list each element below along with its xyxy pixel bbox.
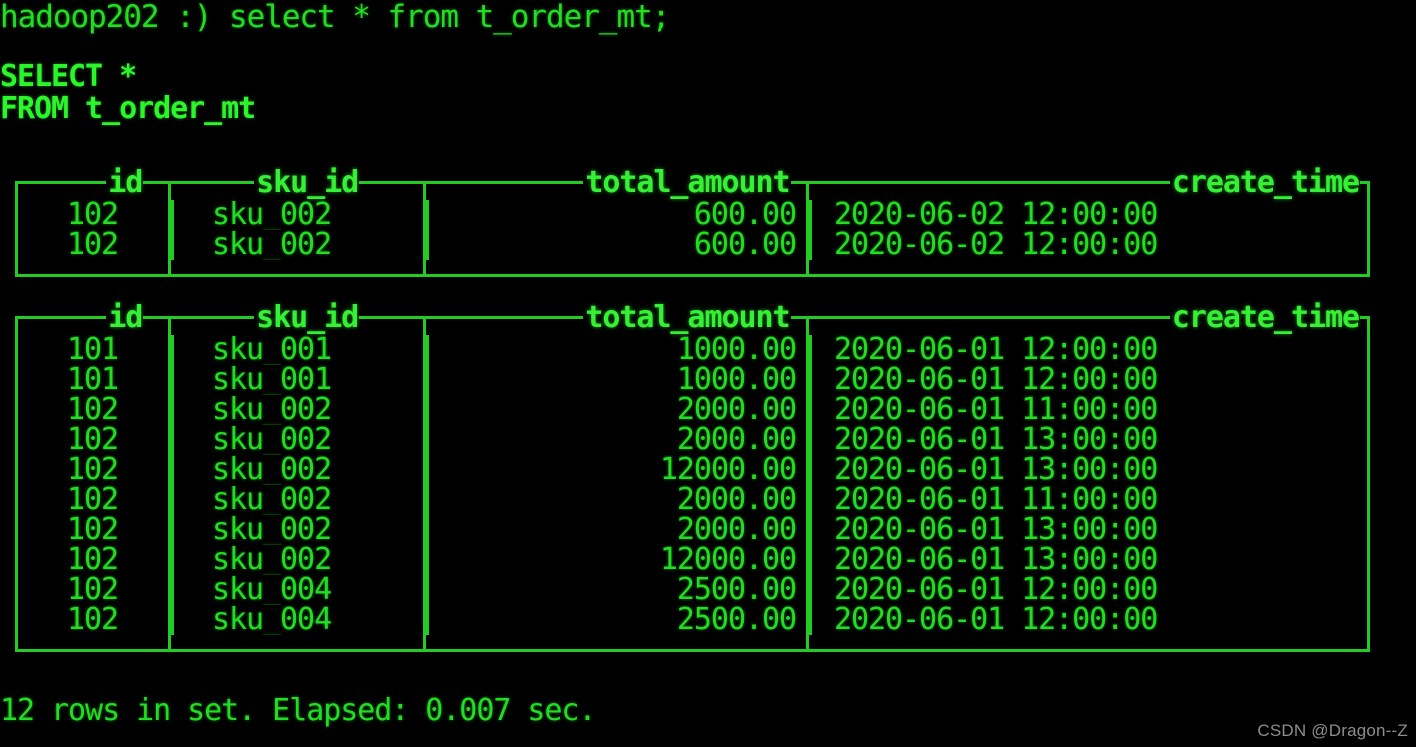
column-divider-2 — [423, 318, 426, 649]
cell-total-amount: 2500.00 — [426, 575, 809, 605]
cell-total-amount: 12000.00 — [426, 455, 809, 485]
cell-create-time: 2020-06-01 11:00:00 — [809, 485, 1364, 515]
cell-sku-id: sku_004 — [171, 605, 426, 635]
csdn-watermark: CSDN @Dragon--Z — [1257, 721, 1408, 740]
cell-total-amount: 1000.00 — [426, 335, 809, 365]
cell-id: 102 — [66, 200, 119, 230]
cell-sku-id: sku_002 — [171, 485, 426, 515]
shell-prompt-line: hadoop202 :) select * from t_order_mt; — [0, 0, 670, 35]
cell-id: 102 — [66, 545, 119, 575]
column-divider-1 — [168, 183, 171, 274]
cell-sku-id: sku_002 — [171, 515, 426, 545]
cell-id: 101 — [66, 365, 119, 395]
cell-id: 102 — [66, 575, 119, 605]
cell-id: 102 — [66, 485, 119, 515]
table-row: 102 sku_002 12000.00 2020-06-01 13:00:00 — [18, 455, 1367, 485]
table-row: 101 sku_001 1000.00 2020-06-01 12:00:00 — [18, 365, 1367, 395]
cell-id: 102 — [66, 515, 119, 545]
table-row: 102 sku_004 2500.00 2020-06-01 12:00:00 — [18, 575, 1367, 605]
cell-id: 102 — [66, 230, 119, 260]
result-status-line: 12 rows in set. Elapsed: 0.007 sec. — [0, 693, 596, 728]
table-row: 101 sku_001 1000.00 2020-06-01 12:00:00 — [18, 335, 1367, 365]
cell-total-amount: 1000.00 — [426, 365, 809, 395]
cell-total-amount: 2000.00 — [426, 485, 809, 515]
cell-sku-id: sku_002 — [171, 455, 426, 485]
cell-total-amount: 2500.00 — [426, 605, 809, 635]
table-row: 102 sku_002 2000.00 2020-06-01 11:00:00 — [18, 395, 1367, 425]
table-row: 102 sku_002 12000.00 2020-06-01 13:00:00 — [18, 545, 1367, 575]
cell-id: 102 — [66, 605, 119, 635]
result-table-2: id sku_id total_amount create_time 101 sk… — [15, 303, 1370, 652]
cell-id: 102 — [66, 455, 119, 485]
table-row: 102 sku_002 2000.00 2020-06-01 11:00:00 — [18, 485, 1367, 515]
cell-sku-id: sku_002 — [171, 545, 426, 575]
table-body: 102 sku_002 600.00 2020-06-02 12:00:00 102 sk… — [18, 183, 1367, 274]
cell-sku-id: sku_004 — [171, 575, 426, 605]
table-row: 102 sku_002 600.00 2020-06-02 12:00:00 — [18, 230, 1367, 260]
terminal-screen[interactable]: hadoop202 :) select * from t_order_mt; S… — [0, 0, 1416, 747]
cell-create-time: 2020-06-01 12:00:00 — [809, 335, 1364, 365]
cell-create-time: 2020-06-02 12:00:00 — [809, 230, 1364, 260]
cell-create-time: 2020-06-01 12:00:00 — [809, 575, 1364, 605]
table-row: 102 sku_002 2000.00 2020-06-01 13:00:00 — [18, 515, 1367, 545]
table-row: 102 sku_002 600.00 2020-06-02 12:00:00 — [18, 200, 1367, 230]
cell-create-time: 2020-06-01 13:00:00 — [809, 455, 1364, 485]
cell-create-time: 2020-06-02 12:00:00 — [809, 200, 1364, 230]
cell-total-amount: 2000.00 — [426, 515, 809, 545]
cell-total-amount: 2000.00 — [426, 425, 809, 455]
cell-id: 102 — [66, 425, 119, 455]
cell-create-time: 2020-06-01 11:00:00 — [809, 395, 1364, 425]
column-divider-3 — [806, 183, 809, 274]
cell-sku-id: sku_001 — [171, 365, 426, 395]
cell-id: 102 — [66, 395, 119, 425]
column-divider-1 — [168, 318, 171, 649]
cell-total-amount: 600.00 — [426, 200, 809, 230]
query-echo-select: SELECT * — [0, 59, 137, 94]
cell-create-time: 2020-06-01 13:00:00 — [809, 515, 1364, 545]
table-row: 102 sku_002 2000.00 2020-06-01 13:00:00 — [18, 425, 1367, 455]
cell-create-time: 2020-06-01 13:00:00 — [809, 425, 1364, 455]
cell-sku-id: sku_002 — [171, 200, 426, 230]
table-row: 102 sku_004 2500.00 2020-06-01 12:00:00 — [18, 605, 1367, 635]
cell-create-time: 2020-06-01 12:00:00 — [809, 365, 1364, 395]
column-divider-2 — [423, 183, 426, 274]
cell-total-amount: 2000.00 — [426, 395, 809, 425]
column-divider-3 — [806, 318, 809, 649]
cell-total-amount: 600.00 — [426, 230, 809, 260]
query-echo-from: FROM t_order_mt — [0, 91, 256, 126]
cell-id: 101 — [66, 335, 119, 365]
cell-sku-id: sku_002 — [171, 230, 426, 260]
cell-create-time: 2020-06-01 13:00:00 — [809, 545, 1364, 575]
cell-total-amount: 12000.00 — [426, 545, 809, 575]
table-body: 101 sku_001 1000.00 2020-06-01 12:00:00 101 s… — [18, 318, 1367, 649]
cell-sku-id: sku_002 — [171, 395, 426, 425]
cell-sku-id: sku_002 — [171, 425, 426, 455]
result-table-1: id sku_id total_amount create_time 102 sk… — [15, 168, 1370, 277]
cell-create-time: 2020-06-01 12:00:00 — [809, 605, 1364, 635]
cell-sku-id: sku_001 — [171, 335, 426, 365]
